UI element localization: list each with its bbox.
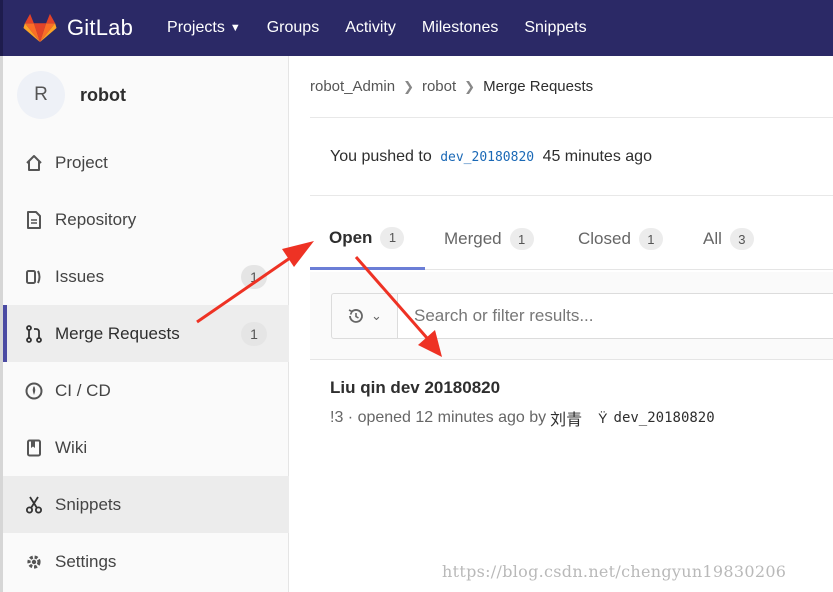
brand-name: GitLab bbox=[67, 15, 134, 40]
nav-snippets-label: Snippets bbox=[524, 19, 587, 36]
breadcrumb-merge-requests[interactable]: Merge Requests bbox=[483, 78, 593, 95]
nav-milestones[interactable]: Milestones bbox=[422, 19, 498, 37]
tab-open-count: 1 bbox=[380, 226, 405, 249]
nav-groups-label: Groups bbox=[266, 19, 320, 36]
filter-bar: ⌄ Search or filter results... bbox=[310, 272, 833, 360]
sidebar-item-repository[interactable]: Repository bbox=[3, 191, 289, 248]
target-branch[interactable]: dev_20180820 bbox=[614, 410, 715, 426]
merge-requests-count-badge: 1 bbox=[241, 321, 267, 346]
home-icon bbox=[23, 152, 45, 174]
merge-request-author[interactable]: 刘青 bbox=[550, 406, 582, 430]
project-sidebar: R robot Project Repository Issues 1 Merg… bbox=[0, 56, 289, 592]
search-input[interactable]: Search or filter results... bbox=[397, 293, 833, 339]
document-icon bbox=[23, 209, 45, 231]
sidebar-item-wiki[interactable]: Wiki bbox=[3, 419, 289, 476]
book-icon bbox=[23, 437, 45, 459]
sidebar-item-label: Repository bbox=[55, 209, 137, 229]
sidebar-item-label: Merge Requests bbox=[55, 323, 180, 343]
nav-activity[interactable]: Activity bbox=[345, 19, 396, 37]
tab-open-label: Open bbox=[329, 227, 373, 247]
breadcrumb-robot-admin[interactable]: robot_Admin bbox=[310, 78, 395, 95]
nav-projects[interactable]: Projects ▼ bbox=[167, 19, 241, 37]
sidebar-item-label: Wiki bbox=[55, 437, 88, 457]
tab-merged[interactable]: Merged 1 bbox=[444, 208, 534, 270]
tab-all-label: All bbox=[703, 229, 722, 248]
sidebar-item-snippets[interactable]: Snippets bbox=[3, 476, 289, 533]
chevron-right-icon: ❯ bbox=[403, 78, 414, 94]
project-header[interactable]: R robot bbox=[3, 56, 288, 134]
merge-request-title[interactable]: Liu qin dev 20180820 bbox=[330, 378, 500, 398]
project-name: robot bbox=[80, 84, 126, 105]
nav-snippets[interactable]: Snippets bbox=[524, 19, 586, 37]
sidebar-item-label: Issues bbox=[55, 266, 105, 286]
sidebar-item-issues[interactable]: Issues 1 bbox=[3, 248, 289, 305]
chevron-down-icon: ▼ bbox=[229, 22, 241, 34]
divider bbox=[310, 117, 833, 118]
nav-projects-label: Projects bbox=[167, 19, 225, 36]
top-navbar: GitLab Projects ▼ Groups Activity Milest… bbox=[0, 0, 833, 56]
issues-icon bbox=[23, 266, 45, 288]
breadcrumb-robot[interactable]: robot bbox=[422, 78, 456, 95]
history-icon bbox=[348, 309, 363, 323]
push-branch-link[interactable]: dev_20180820 bbox=[440, 150, 534, 165]
chevron-right-icon: ❯ bbox=[464, 78, 476, 94]
tab-open[interactable]: Open 1 bbox=[310, 208, 425, 270]
tab-closed-count: 1 bbox=[638, 228, 663, 250]
main-content: robot_Admin ❯ robot ❯ Merge Requests You… bbox=[290, 56, 833, 592]
push-note-prefix: You pushed to bbox=[330, 148, 432, 165]
sidebar-item-label: Snippets bbox=[55, 494, 122, 514]
push-note-time: 45 minutes ago bbox=[542, 148, 652, 165]
branch-icon: Ÿ bbox=[598, 410, 608, 426]
nav-groups[interactable]: Groups bbox=[267, 19, 319, 37]
nav-activity-label: Activity bbox=[345, 19, 396, 36]
tab-closed[interactable]: Closed 1 bbox=[578, 208, 663, 270]
project-avatar: R bbox=[17, 71, 65, 119]
divider bbox=[310, 195, 833, 196]
scissors-icon bbox=[23, 494, 45, 516]
sidebar-item-label: Project bbox=[55, 152, 108, 172]
main-nav: Projects ▼ Groups Activity Milestones Sn… bbox=[167, 19, 613, 37]
issues-count-badge: 1 bbox=[241, 264, 267, 289]
rocket-icon bbox=[23, 380, 45, 402]
tab-closed-label: Closed bbox=[578, 229, 631, 248]
sidebar-item-settings[interactable]: Settings bbox=[3, 533, 289, 590]
gear-icon bbox=[23, 551, 45, 573]
sidebar-item-merge-requests[interactable]: Merge Requests 1 bbox=[3, 305, 289, 362]
merge-request-meta: !3 · opened 12 minutes ago by 刘青 Ÿ dev_2… bbox=[330, 406, 715, 430]
sidebar-item-label: CI / CD bbox=[55, 380, 111, 400]
recent-searches-dropdown[interactable]: ⌄ bbox=[331, 293, 397, 339]
sidebar-item-project[interactable]: Project bbox=[3, 134, 289, 191]
sidebar-item-label: Settings bbox=[55, 551, 117, 571]
tab-all[interactable]: All 3 bbox=[703, 208, 754, 270]
tab-all-count: 3 bbox=[729, 228, 754, 250]
watermark: https://blog.csdn.net/chengyun19830206 bbox=[442, 562, 787, 581]
gitlab-brand[interactable]: GitLab bbox=[23, 12, 133, 44]
merge-request-icon bbox=[23, 323, 45, 345]
sidebar-item-ci-cd[interactable]: CI / CD bbox=[3, 362, 289, 419]
nav-milestones-label: Milestones bbox=[421, 19, 499, 36]
merge-request-tabs: Open 1 Merged 1 Closed 1 All 3 bbox=[310, 208, 833, 270]
merge-request-opened-info: !3 · opened 12 minutes ago by bbox=[330, 409, 547, 426]
chevron-down-icon: ⌄ bbox=[371, 308, 382, 323]
tab-merged-label: Merged bbox=[444, 229, 502, 248]
tab-merged-count: 1 bbox=[509, 228, 534, 250]
breadcrumb: robot_Admin ❯ robot ❯ Merge Requests bbox=[310, 78, 593, 95]
push-notification: You pushed to dev_20180820 45 minutes ag… bbox=[330, 148, 652, 166]
gitlab-logo-icon bbox=[23, 13, 57, 43]
